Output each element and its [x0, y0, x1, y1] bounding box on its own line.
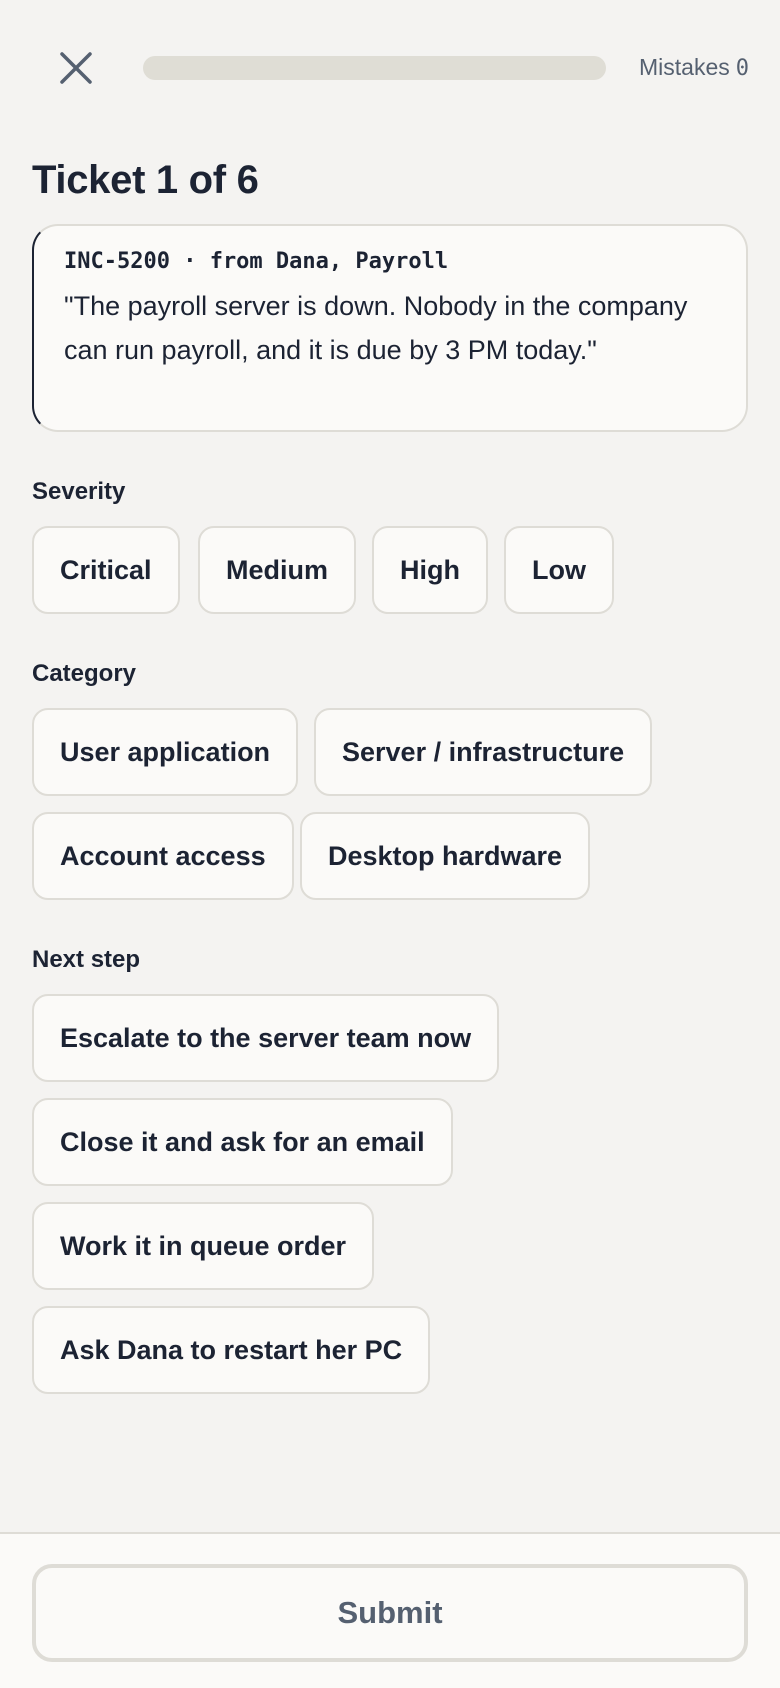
- next-step-label: Next step: [32, 946, 141, 973]
- footer: Submit: [0, 1532, 780, 1688]
- close-icon: [60, 52, 92, 84]
- top-bar: Mistakes 0: [0, 0, 780, 136]
- severity-option-high[interactable]: High: [372, 526, 488, 614]
- mistakes-count: 0: [735, 56, 749, 81]
- ticket-triage-screen: Mistakes 0 Ticket 1 of 6 INC-5200 · from…: [0, 0, 780, 1688]
- next-step-option-queue-order[interactable]: Work it in queue order: [32, 1202, 375, 1290]
- submit-button[interactable]: Submit: [32, 1564, 748, 1662]
- page-title: Ticket 1 of 6: [32, 158, 259, 202]
- category-option-server-infrastructure[interactable]: Server / infrastructure: [314, 708, 653, 796]
- category-option-user-application[interactable]: User application: [32, 708, 299, 796]
- category-label: Category: [32, 660, 137, 687]
- next-step-option-restart-pc[interactable]: Ask Dana to restart her PC: [32, 1306, 431, 1394]
- progress-bar: [143, 56, 606, 80]
- severity-label: Severity: [32, 478, 126, 505]
- category-option-desktop-hardware[interactable]: Desktop hardware: [300, 812, 591, 900]
- mistakes-label: Mistakes: [639, 54, 730, 80]
- next-step-option-close[interactable]: Close it and ask for an email: [32, 1098, 453, 1186]
- ticket-card: INC-5200 · from Dana, Payroll "The payro…: [32, 224, 748, 432]
- severity-option-critical[interactable]: Critical: [32, 526, 180, 614]
- ticket-meta: INC-5200 · from Dana, Payroll: [64, 249, 449, 274]
- severity-option-low[interactable]: Low: [504, 526, 614, 614]
- mistakes-counter: Mistakes 0: [639, 54, 749, 81]
- ticket-message: "The payroll server is down. Nobody in t…: [64, 291, 688, 365]
- category-option-account-access[interactable]: Account access: [32, 812, 294, 900]
- next-step-option-escalate[interactable]: Escalate to the server team now: [32, 994, 500, 1082]
- severity-option-medium[interactable]: Medium: [198, 526, 357, 614]
- close-button[interactable]: [52, 44, 100, 92]
